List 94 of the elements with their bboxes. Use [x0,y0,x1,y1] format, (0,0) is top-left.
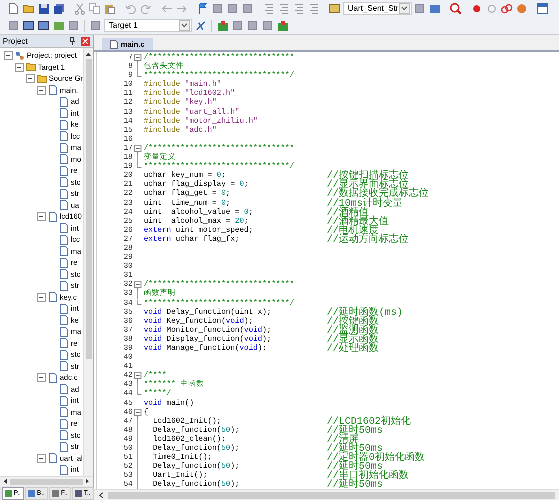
file-icon [48,372,58,383]
file-icon [59,315,69,326]
file-icon [48,85,58,96]
tree-toggle[interactable] [37,373,46,382]
file-icon [59,304,69,314]
clipboard-icon[interactable] [104,2,116,14]
tree-toggle[interactable] [26,74,35,84]
file-icon [59,280,69,291]
flag-icon[interactable] [196,2,208,14]
file-icon [59,464,69,475]
file-icon [59,384,69,394]
file-icon [59,108,69,118]
project-icon [15,50,25,61]
code-comment: //酒精值 [327,208,370,218]
file-icon [59,361,69,372]
file-icon [59,246,69,256]
collapse-toggle[interactable] [134,144,143,154]
pin-icon[interactable] [69,37,76,45]
vertical-scrollbar[interactable] [83,48,93,476]
tree-toggle[interactable] [15,62,24,72]
file-icon [59,96,69,107]
file-icon [59,234,69,245]
toolbar-icon[interactable] [38,20,50,32]
code-comment: //监测函数 [327,326,380,336]
file-icon[interactable] [110,40,118,48]
file-icon [59,154,69,164]
file-icon [59,350,69,360]
folder-icon[interactable] [22,2,34,14]
code-comment: //按键函数 [327,318,380,327]
file-icon [59,188,69,199]
folder-icon [37,74,47,84]
toolbar-icon[interactable] [194,20,206,32]
file-icon [59,142,69,153]
tree-toggle[interactable] [37,292,46,302]
file-icon [59,131,69,142]
collapse-toggle[interactable] [134,281,143,290]
tree-toggle[interactable] [37,86,46,95]
scissors-icon[interactable] [74,2,86,14]
tab-icon[interactable] [52,490,60,498]
panel-title: Project [3,36,29,46]
chain-icon[interactable] [501,2,514,14]
file-icon [59,200,69,210]
code-comment: //处理函数 [327,345,380,354]
file-icon [59,269,69,280]
close-icon[interactable] [81,36,90,46]
copy-icon[interactable] [88,2,100,14]
dot-icon[interactable] [471,2,484,14]
disks-icon[interactable] [52,2,64,14]
file-icon [48,453,58,464]
function-dropdown[interactable]: Uart_Sent_Str [343,2,412,15]
book-icon[interactable] [328,2,340,14]
file-icon [48,292,58,302]
lines-icon[interactable] [308,2,320,14]
file-icon [59,407,69,418]
file-icon [59,430,69,440]
caret-icon[interactable] [398,3,410,14]
code-comment: //运动方向标志位 [327,236,410,245]
tab-icon[interactable] [5,490,13,498]
file-icon [59,326,69,337]
folder-icon [26,62,36,72]
file-icon [59,177,69,188]
tree-toggle[interactable] [37,212,46,222]
page-icon[interactable] [8,2,20,14]
file-icon [59,166,69,176]
up-arrow-icon[interactable] [85,51,92,57]
window-icon[interactable] [537,2,550,14]
magnifier-icon[interactable] [450,2,462,14]
file-icon [59,120,69,130]
file-icon [59,258,69,268]
collapse-toggle[interactable] [134,54,143,64]
lines-icon[interactable] [292,2,304,14]
code-comment: //酒精最大值 [327,218,390,227]
collapse-toggle[interactable] [134,372,143,382]
collapse-toggle[interactable] [134,408,143,418]
horizontal-scrollbar[interactable] [94,489,559,500]
right-arrow-icon[interactable] [85,478,91,485]
file-icon [59,396,69,406]
file-icon [48,212,58,222]
lines-icon[interactable] [262,2,274,14]
tree-toggle[interactable] [37,454,46,463]
tab-icon[interactable] [74,490,83,498]
file-icon [59,418,69,429]
file-icon [59,223,69,234]
target-dropdown[interactable]: Target 1 [104,19,192,32]
toolbar-icon[interactable] [22,20,34,32]
file-icon [59,338,69,348]
tab-icon[interactable] [28,490,36,498]
code-comment: //延时50ms [327,481,384,489]
tree-toggle[interactable] [4,51,13,60]
file-icon [59,442,69,452]
left-arrow-icon[interactable] [2,478,8,485]
caret-icon[interactable] [179,20,190,31]
lines-icon[interactable] [278,2,290,14]
horizontal-scrollbar[interactable] [0,476,93,486]
